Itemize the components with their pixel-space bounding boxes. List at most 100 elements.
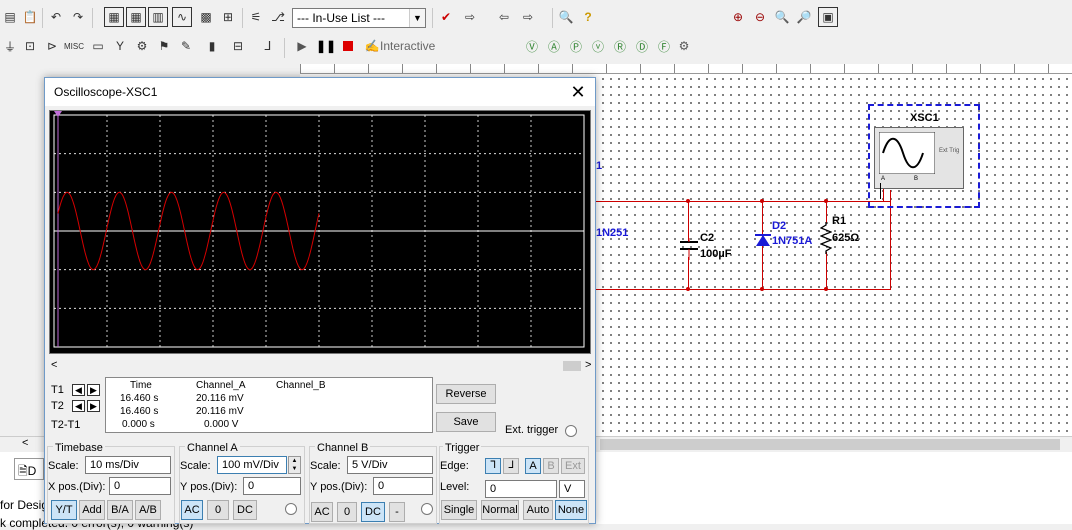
trigger-b-button[interactable]: B — [543, 458, 559, 474]
channel-a-scale-field[interactable]: 100 mV/Div — [217, 456, 287, 474]
channel-b-dc-button[interactable]: DC — [361, 502, 385, 522]
falling-edge-icon[interactable]: ᒧ — [503, 458, 519, 474]
spreadsheet-icon[interactable]: ▦ — [126, 7, 146, 27]
probe-icon[interactable]: ✎ — [176, 36, 196, 56]
timebase-xpos-field[interactable]: 0 — [109, 477, 171, 495]
mode-ba-button[interactable]: B/A — [107, 500, 133, 520]
paste-icon[interactable]: 📋 — [20, 7, 40, 27]
bus-icon[interactable]: ⊟ — [228, 36, 248, 56]
help-icon[interactable]: ? — [578, 7, 598, 27]
ext-trigger-terminal[interactable] — [565, 425, 577, 437]
scroll-thumb[interactable] — [600, 439, 1060, 450]
pause-icon[interactable]: ❚❚ — [316, 36, 336, 56]
probe-freq-icon[interactable]: Ⓕ — [654, 36, 674, 56]
channel-a-dc-button[interactable]: DC — [233, 500, 257, 520]
trigger-a-button[interactable]: A — [525, 458, 541, 474]
mode-add-button[interactable]: Add — [79, 500, 105, 520]
grapher-icon[interactable]: ∿ — [172, 7, 192, 27]
rising-edge-icon[interactable]: ᒣ — [485, 458, 501, 474]
find-icon[interactable]: 🔍 — [556, 7, 576, 27]
channel-a-ac-button[interactable]: AC — [181, 500, 203, 520]
postprocessor-icon[interactable]: ▩ — [196, 7, 216, 27]
place-hierarchy-icon[interactable]: ⎇ — [268, 7, 288, 27]
flag-icon[interactable]: ⚑ — [154, 36, 174, 56]
t1-right-arrow[interactable]: ▶ — [87, 384, 100, 396]
channel-a-scale-spinner[interactable]: ▲ ▼ — [288, 456, 301, 474]
source-icon[interactable]: ⏚ — [0, 36, 20, 56]
channel-b-zero-button[interactable]: 0 — [337, 502, 357, 522]
channel-b-ypos-field[interactable]: 0 — [373, 477, 433, 495]
erc-icon[interactable]: ✔ — [436, 7, 456, 27]
zoom-area-icon[interactable]: 🔍 — [772, 7, 792, 27]
undo-icon[interactable]: ↶ — [46, 7, 66, 27]
place-component-icon[interactable]: ⚟ — [246, 7, 266, 27]
channel-a-ypos-field[interactable]: 0 — [243, 477, 301, 495]
connector-icon[interactable]: ▮ — [202, 36, 222, 56]
zener-d2-symbol[interactable] — [754, 232, 772, 250]
save-button[interactable]: Save — [436, 412, 496, 432]
screen-scrollbar[interactable]: < > — [49, 359, 591, 373]
timebase-scale-field[interactable]: 10 ms/Div — [85, 456, 171, 474]
stop-icon[interactable] — [338, 36, 358, 56]
database-icon[interactable]: ▥ — [148, 7, 168, 27]
channel-a-terminal[interactable] — [285, 503, 297, 515]
probe-digital-icon[interactable]: Ⓓ — [632, 36, 652, 56]
scroll-left-icon[interactable]: < — [51, 359, 57, 371]
trigger-level-unit[interactable]: V — [559, 480, 585, 498]
basic-icon[interactable]: ⊡ — [20, 36, 40, 56]
wire-icon[interactable]: ⅃ — [258, 36, 278, 56]
trigger-ext-button[interactable]: Ext — [561, 458, 585, 474]
transfer-icon[interactable]: ⇨ — [460, 7, 480, 27]
probe-vd-icon[interactable]: ⓥ — [588, 36, 608, 56]
zoom-in-icon[interactable]: ⊕ — [728, 7, 748, 27]
component-wizard-icon[interactable]: ⊞ — [218, 7, 238, 27]
channel-a-zero-button[interactable]: 0 — [207, 500, 229, 520]
reverse-button[interactable]: Reverse — [436, 384, 496, 404]
zoom-fit-icon[interactable]: 🔎 — [794, 7, 814, 27]
transistor-icon[interactable]: ▭ — [88, 36, 108, 56]
misc-icon[interactable]: MISC — [64, 36, 84, 56]
back-annotate-icon[interactable]: ⇦ — [494, 7, 514, 27]
probe-ref-icon[interactable]: Ⓡ — [610, 36, 630, 56]
close-icon[interactable]: ✕ — [567, 81, 589, 103]
t2-right-arrow[interactable]: ▶ — [87, 400, 100, 412]
cursor-marker-icon[interactable] — [54, 111, 62, 117]
forward-annotate-icon[interactable]: ⇨ — [518, 7, 538, 27]
resistor-r1-symbol[interactable] — [820, 222, 832, 254]
oscilloscope-titlebar[interactable]: Oscilloscope-XSC1 — [45, 78, 595, 106]
channel-b-ac-button[interactable]: AC — [311, 502, 333, 522]
diode-icon[interactable]: ⊳ — [42, 36, 62, 56]
probe-p-icon[interactable]: Ⓟ — [566, 36, 586, 56]
scroll-right-icon[interactable]: > — [585, 359, 591, 371]
mode-yt-button[interactable]: Y/T — [51, 500, 77, 520]
grid-view-icon[interactable]: ▦ — [104, 7, 124, 27]
redo-icon[interactable]: ↷ — [68, 7, 88, 27]
design-tab[interactable]: 🗎D — [14, 458, 44, 480]
probe-a-icon[interactable]: Ⓐ — [544, 36, 564, 56]
zoom-out-icon[interactable]: ⊖ — [750, 7, 770, 27]
scroll-left-icon[interactable]: < — [22, 437, 28, 449]
t1-left-arrow[interactable]: ◀ — [72, 384, 85, 396]
channel-b-terminal[interactable] — [421, 503, 433, 515]
in-use-list-combo[interactable]: --- In-Use List --- ▼ — [292, 8, 426, 28]
chevron-down-icon[interactable]: ▼ — [409, 9, 425, 27]
xsc1-symbol[interactable]: Ext Trig A B — [874, 127, 964, 189]
gear-icon[interactable]: ⚙ — [674, 36, 694, 56]
trigger-normal-button[interactable]: Normal — [481, 500, 519, 520]
capacitor-c2-symbol[interactable] — [678, 238, 700, 260]
trigger-none-button[interactable]: None — [555, 500, 587, 520]
interactive-icon[interactable]: ✍ — [362, 36, 382, 56]
gear-outline-icon[interactable]: ⚙ — [132, 36, 152, 56]
trigger-single-button[interactable]: Single — [441, 500, 477, 520]
probe-v-icon[interactable]: Ⓥ — [522, 36, 542, 56]
screen-scroll-thumb[interactable] — [563, 361, 581, 371]
channel-b-minus-button[interactable]: - — [389, 502, 405, 522]
trigger-level-field[interactable]: 0 — [485, 480, 557, 498]
run-icon[interactable]: ▶ — [292, 36, 312, 56]
full-screen-icon[interactable]: ▣ — [818, 7, 838, 27]
open-icon[interactable]: ▤ — [0, 7, 20, 27]
t2-left-arrow[interactable]: ◀ — [72, 400, 85, 412]
trigger-auto-button[interactable]: Auto — [523, 500, 553, 520]
antenna-icon[interactable]: Y — [110, 36, 130, 56]
mode-ab-button[interactable]: A/B — [135, 500, 161, 520]
